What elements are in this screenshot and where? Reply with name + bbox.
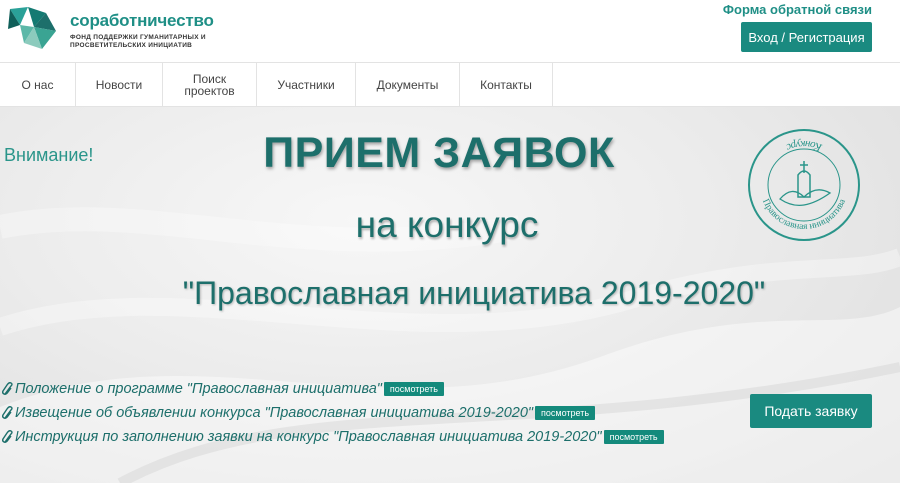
paperclip-icon [2, 382, 13, 395]
nav-item-participants[interactable]: Участники [257, 63, 356, 106]
nav-item-news[interactable]: Новости [76, 63, 163, 106]
main-nav: О нас Новости Поиск проектов Участники Д… [0, 62, 900, 107]
list-item: Инструкция по заполнению заявки на конку… [2, 425, 664, 449]
site-header: соработничество ФОНД ПОДДЕРЖКИ ГУМАНИТАР… [0, 0, 900, 62]
view-button[interactable]: посмотреть [383, 382, 444, 396]
nav-item-documents[interactable]: Документы [356, 63, 460, 106]
nav-item-project-search[interactable]: Поиск проектов [163, 63, 257, 106]
logo-subtitle-line2: ПРОСВЕТИТЕЛЬСКИХ ИНИЦИАТИВ [70, 42, 193, 49]
view-button[interactable]: посмотреть [535, 406, 596, 420]
document-link-instruction[interactable]: Инструкция по заполнению заявки на конку… [15, 429, 602, 445]
paperclip-icon [2, 406, 13, 419]
feedback-link[interactable]: Форма обратной связи [723, 2, 872, 17]
view-button[interactable]: посмотреть [603, 430, 664, 444]
nav-item-contacts[interactable]: Контакты [460, 63, 553, 106]
logo-subtitle-line1: ФОНД ПОДДЕРЖКИ ГУМАНИТАРНЫХ И [70, 34, 206, 41]
paperclip-icon [2, 430, 13, 443]
nav-item-about[interactable]: О нас [0, 63, 76, 106]
list-item: Извещение об объявлении конкурса "Правос… [2, 401, 664, 425]
site-logo[interactable]: соработничество ФОНД ПОДДЕРЖКИ ГУМАНИТАР… [6, 5, 246, 57]
logo-origami-icon [8, 7, 56, 49]
contest-banner: Внимание! ПРИЕМ ЗАЯВОК на конкурс "Право… [0, 107, 900, 483]
document-link-regulation[interactable]: Положение о программе "Православная иниц… [15, 381, 382, 397]
list-item: Положение о программе "Православная иниц… [2, 377, 664, 401]
seal-top-text: Конкурс [784, 138, 824, 154]
apply-button[interactable]: Подать заявку [750, 394, 872, 428]
document-link-announcement[interactable]: Извещение об объявлении конкурса "Правос… [15, 405, 533, 421]
nav-item-project-search-line2: проектов [184, 83, 235, 98]
login-button[interactable]: Вход / Регистрация [741, 22, 872, 52]
svg-text:Конкурс: Конкурс [784, 138, 824, 154]
nav-item-project-search-line1: Поиск [192, 71, 227, 86]
contest-name: "Православная инициатива 2019-2020" [182, 275, 766, 311]
logo-name: соработничество [70, 11, 214, 30]
documents-list: Положение о программе "Православная иниц… [2, 377, 664, 449]
contest-seal-icon: Конкурс Православная инициатива [748, 129, 860, 241]
